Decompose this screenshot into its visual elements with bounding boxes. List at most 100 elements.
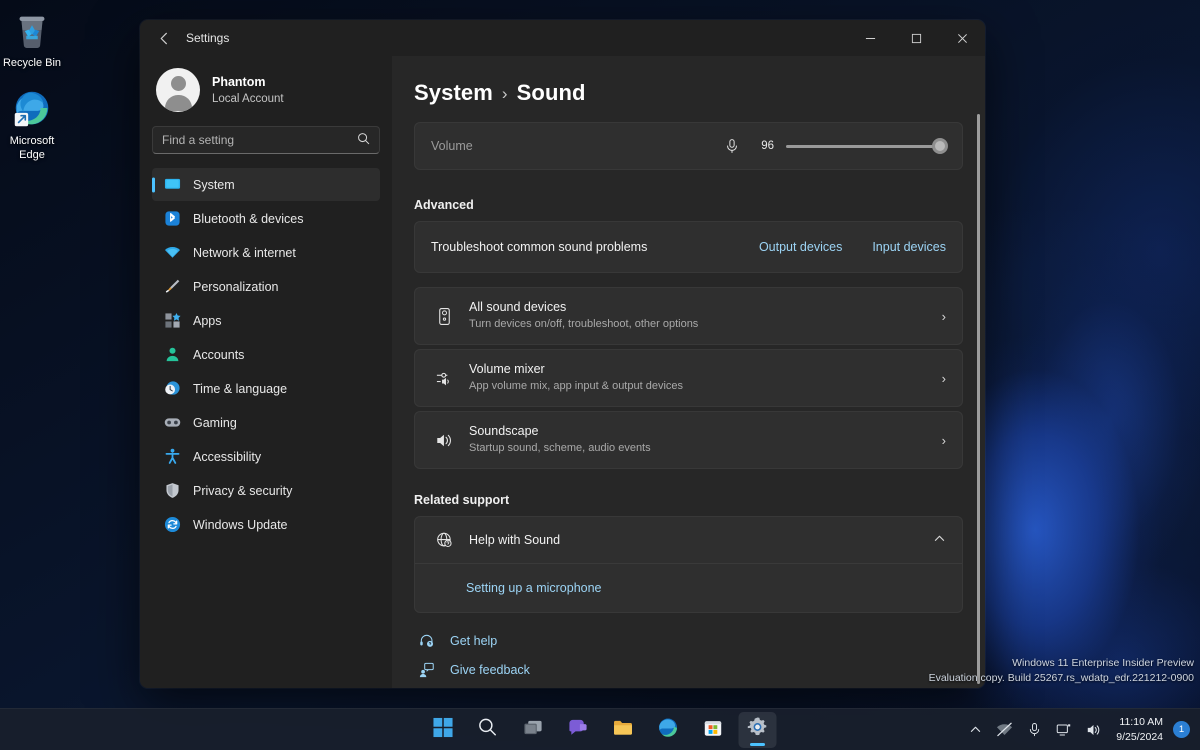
content-scrollbar[interactable] [977,114,980,684]
folder-icon [612,717,633,743]
search-input[interactable]: Find a setting [152,126,380,154]
sidebar-item-windows-update[interactable]: Windows Update [152,508,380,541]
row-title: All sound devices [469,299,932,316]
clock-globe-icon [164,380,181,397]
edge-icon [657,717,678,743]
help-with-sound-title: Help with Sound [469,532,923,549]
sidebar-item-time-language[interactable]: Time & language [152,372,380,405]
paintbrush-icon [164,278,181,295]
watermark-line-1: Windows 11 Enterprise Insider Preview [929,656,1194,671]
sidebar: Phantom Local Account Find a setting Sys… [140,56,392,688]
sidebar-item-accounts[interactable]: Accounts [152,338,380,371]
help-with-sound-body: Setting up a microphone [415,563,962,612]
microphone-icon [724,138,740,154]
troubleshoot-row: Troubleshoot common sound problems Outpu… [414,221,963,273]
shield-icon [164,482,181,499]
help-headset-icon [418,633,436,649]
taskbar-clock[interactable]: 11:10 AM 9/25/2024 [1110,715,1171,743]
sidebar-item-personalization[interactable]: Personalization [152,270,380,303]
bluetooth-icon [164,210,181,227]
chat-button[interactable] [559,712,597,748]
sidebar-item-privacy-security[interactable]: Privacy & security [152,474,380,507]
get-help-link[interactable]: Get help [418,633,963,649]
desktop-icon-recycle-bin[interactable]: Recycle Bin [0,8,64,71]
window-controls [847,20,985,56]
task-view-button[interactable] [514,712,552,748]
slider-thumb[interactable] [932,138,948,154]
sidebar-item-network-internet[interactable]: Network & internet [152,236,380,269]
output-devices-link[interactable]: Output devices [759,240,842,254]
task-view-icon [522,717,543,743]
mixer-sliders-icon [431,369,457,388]
row-subtitle: Turn devices on/off, troubleshoot, other… [469,317,932,332]
give-feedback-link[interactable]: Give feedback [418,662,963,678]
notification-badge[interactable]: 1 [1173,721,1190,738]
sidebar-item-accessibility[interactable]: Accessibility [152,440,380,473]
avatar [156,68,200,112]
profile-name: Phantom [212,73,284,91]
tray-chevron-up-icon[interactable] [963,713,988,747]
breadcrumb: System›Sound [414,80,963,106]
system-tray: 11:10 AM 9/25/2024 1 [963,713,1192,747]
row-subtitle: Startup sound, scheme, audio events [469,441,932,456]
speaker-icon[interactable] [1080,713,1108,747]
sidebar-item-label: Network & internet [193,246,296,260]
start-button[interactable] [424,712,462,748]
search-button[interactable] [469,712,507,748]
minimize-button[interactable] [847,20,893,56]
sidebar-item-gaming[interactable]: Gaming [152,406,380,439]
settings-button[interactable] [739,712,777,748]
windows-logo-icon [432,717,453,743]
apps-grid-icon [164,312,181,329]
slider-track [786,145,946,148]
row-title: Volume mixer [469,361,932,378]
sidebar-item-apps[interactable]: Apps [152,304,380,337]
sidebar-item-system[interactable]: System [152,168,380,201]
network-disconnected-icon[interactable] [990,713,1019,747]
close-button[interactable] [939,20,985,56]
input-devices-link[interactable]: Input devices [872,240,946,254]
file-explorer-button[interactable] [604,712,642,748]
edge-button[interactable] [649,712,687,748]
chat-teams-icon [567,717,588,743]
windows-watermark: Windows 11 Enterprise Insider Preview Ev… [929,656,1194,686]
get-help-label: Get help [450,634,497,648]
all-sound-devices-row[interactable]: All sound devices Turn devices on/off, t… [414,287,963,345]
monitor-icon [164,176,181,193]
microsoft-store-icon [702,717,723,743]
feedback-icon [418,662,436,678]
chevron-up-icon[interactable] [933,532,946,548]
edge-icon [0,86,64,132]
desktop-icon-label: Microsoft Edge [10,135,55,161]
maximize-button[interactable] [893,20,939,56]
help-with-sound-card: Help with Sound Setting up a microphone [414,516,963,613]
sidebar-item-label: System [193,178,235,192]
setting-up-microphone-link[interactable]: Setting up a microphone [466,581,602,595]
soundscape-row[interactable]: Soundscape Startup sound, scheme, audio … [414,411,963,469]
help-with-sound-header[interactable]: Help with Sound [415,517,962,563]
wifi-icon [164,244,181,261]
sidebar-item-label: Accessibility [193,450,261,464]
profile-account-type: Local Account [212,91,284,107]
desktop-icon-label: Recycle Bin [3,57,61,69]
taskbar-buttons [424,712,777,748]
user-profile[interactable]: Phantom Local Account [152,56,380,126]
related-support-heading: Related support [414,493,963,507]
volume-value: 96 [752,140,774,152]
microphone-icon[interactable] [1021,713,1048,747]
volume-slider[interactable] [786,137,946,155]
volume-mixer-row[interactable]: Volume mixer App volume mix, app input &… [414,349,963,407]
sidebar-item-label: Accounts [193,348,244,362]
window-titlebar: Settings [140,20,985,56]
refresh-circle-icon [164,516,181,533]
sidebar-item-label: Apps [193,314,222,328]
speaker-waves-icon [431,431,457,450]
breadcrumb-parent[interactable]: System [414,80,493,105]
sidebar-item-label: Personalization [193,280,278,294]
sidebar-item-bluetooth-devices[interactable]: Bluetooth & devices [152,202,380,235]
desktop-icon-microsoft-edge[interactable]: Microsoft Edge [0,86,64,163]
back-button[interactable] [148,22,180,54]
display-icon[interactable] [1050,713,1078,747]
breadcrumb-separator: › [502,84,508,103]
store-button[interactable] [694,712,732,748]
